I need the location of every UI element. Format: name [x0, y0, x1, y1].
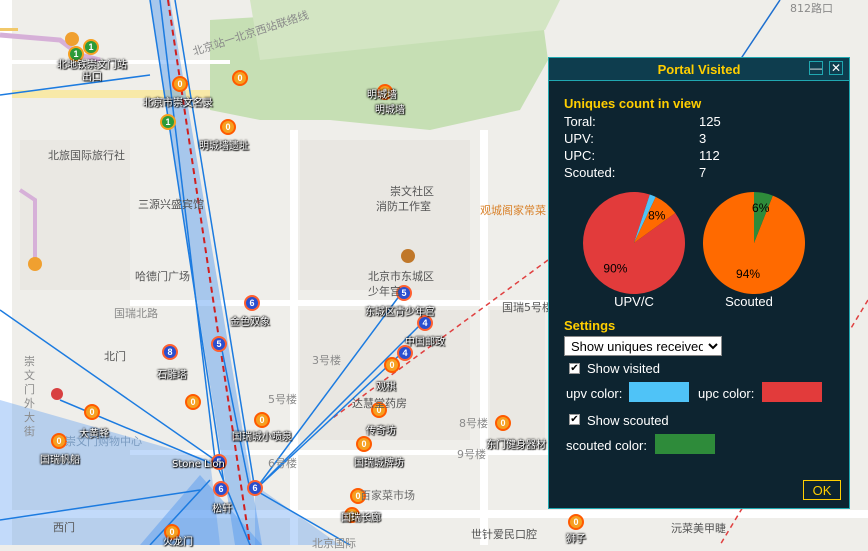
upc-color-picker[interactable] [762, 382, 822, 402]
portal-label-guanqi: 观棋 [376, 382, 396, 393]
minimize-button[interactable]: — [809, 61, 823, 75]
portal-marker[interactable]: 0 [220, 119, 236, 135]
map-label-guorui-north: 国瑞北路 [114, 307, 158, 320]
portal-label-shidiao: 石雕塔 [157, 370, 187, 381]
portal-label-ming-wall-2: 明城墙 [375, 105, 405, 116]
map-label-b5: 5号楼 [268, 393, 297, 406]
portal-marker[interactable]: 0 [356, 436, 372, 452]
portal-marker[interactable]: 6 [213, 481, 229, 497]
map-label-b9: 9号楼 [457, 448, 486, 461]
ok-button[interactable]: OK [803, 480, 841, 500]
pie-label-UPC: 90% [603, 262, 627, 276]
upv-color-picker[interactable] [629, 382, 689, 402]
map-label-812: 812路口 [790, 2, 833, 15]
portal-label-exit: 出口 [82, 72, 102, 83]
portal-label-sailboat: 国瑞帆船 [40, 455, 80, 466]
portal-marker[interactable]: 0 [254, 412, 270, 428]
portal-label-pailou: 国瑞城牌坊 [354, 458, 404, 469]
portal-label-jinse: 金色双象 [230, 317, 270, 328]
map-label-dental: 世针爱民口腔 [471, 528, 537, 541]
map-label-beijing-house: 北京国际 [312, 537, 356, 550]
map-label-guorui5: 国瑞5号楼 [502, 301, 553, 314]
portal-marker[interactable]: 0 [232, 70, 248, 86]
map-label-market: 百家菜市场 [360, 489, 415, 502]
map-label-community: 崇文社区 [390, 185, 434, 198]
portal-label-fountain: 国瑞城小喷泉 [232, 432, 292, 443]
portal-label-huolongmen: 火龙门 [163, 537, 193, 548]
show-scouted-label: Show scouted [587, 413, 669, 428]
upv-pie-title: UPV/C [614, 294, 654, 309]
stat-value-total: 125 [699, 114, 721, 129]
portal-label-corridor: 国瑞长廊 [341, 513, 381, 524]
stat-value-upc: 112 [699, 148, 720, 163]
portal-visited-dialog: Portal Visited — ✕ Uniques count in view… [548, 57, 850, 509]
map-label-chongwen-west: 崇文门外大街 [24, 355, 35, 438]
portal-marker[interactable]: 8 [162, 344, 178, 360]
portal-label-post: 中国邮政 [405, 337, 445, 348]
map-label-ximen: 西门 [53, 521, 75, 534]
stat-value-upv: 3 [699, 131, 707, 146]
pie-label-not-scouted: 94% [736, 267, 760, 281]
pie-label-scouted: 6% [752, 201, 770, 215]
stat-label-scouted: Scouted: [564, 165, 616, 180]
show-visited-label: Show visited [587, 361, 660, 376]
portal-marker[interactable]: 0 [495, 415, 511, 431]
portal-marker[interactable]: 5 [211, 336, 227, 352]
portal-label-songxuan: 松轩 [212, 504, 232, 515]
dialog-titlebar[interactable]: Portal Visited — ✕ [549, 58, 849, 81]
portal-label-ming-wall-site: 明城墙遗址 [199, 141, 249, 152]
map-label-nails: 沅菜美甲睫 [671, 522, 726, 535]
portal-marker[interactable]: 0 [568, 514, 584, 530]
stat-label-total: Toral: [564, 114, 596, 129]
uniques-heading: Uniques count in view [564, 96, 702, 111]
map-label-b3: 3号楼 [312, 354, 341, 367]
upv-pie-chart: 90% 8% [583, 192, 685, 294]
portal-label-gym: 东门健身器材 [486, 440, 546, 451]
portal-label-city-wall: 北京市崇文名录 [143, 98, 213, 109]
map-label-b8: 8号楼 [459, 417, 488, 430]
upv-color-label: upv color: [566, 386, 623, 401]
scouted-pie-title: Scouted [725, 294, 773, 309]
pie-label-other: 8% [648, 208, 666, 222]
scouted-color-label: scouted color: [566, 438, 647, 453]
map-label-b6: 6号楼 [268, 457, 297, 470]
show-scouted-checkbox[interactable]: ✔ [569, 414, 580, 425]
stat-value-scouted: 7 [699, 165, 707, 180]
portal-label-lion: 狮子 [566, 534, 586, 545]
mode-select[interactable]: Show uniques received [564, 336, 722, 356]
portal-label-ming-wall: 明城墙 [367, 90, 397, 101]
map-label-guanchengge: 观城阁家常菜 [480, 204, 546, 217]
upc-color-label: upc color: [698, 386, 755, 401]
portal-label-stone-lion: Stone Lion [172, 459, 225, 470]
portal-marker[interactable]: 6 [244, 295, 260, 311]
map-label-pharmacy: 达慧堂药房 [352, 397, 407, 410]
portal-marker[interactable]: 6 [247, 480, 263, 496]
settings-heading: Settings [564, 318, 616, 333]
show-visited-checkbox[interactable]: ✔ [569, 363, 580, 374]
portal-marker[interactable]: 0 [172, 76, 188, 92]
stat-label-upv: UPV: [564, 131, 594, 146]
dialog-title: Portal Visited [657, 62, 741, 77]
portal-label-chuanqi: 传奇坊 [366, 426, 396, 437]
portal-marker[interactable]: 1 [160, 114, 176, 130]
scouted-pie-chart: 94% 6% [703, 192, 805, 294]
map-label-beimen: 北门 [104, 350, 126, 363]
portal-marker[interactable]: 0 [185, 394, 201, 410]
map-label-mall: 崇文门购物中心 [65, 435, 142, 448]
portal-marker[interactable]: 0 [84, 404, 100, 420]
portal-marker[interactable]: 1 [83, 39, 99, 55]
map-label-fire-office: 消防工作室 [376, 200, 431, 213]
map-label-dongcheng-youth: 北京市东城区少年宫 [368, 270, 434, 298]
close-button[interactable]: ✕ [829, 61, 843, 75]
map-label-sanyuan: 三源兴盛宾馆 [138, 198, 204, 211]
stat-label-upc: UPC: [564, 148, 596, 163]
portal-label-youth: 东城区青少年宫 [365, 307, 435, 318]
scouted-color-picker[interactable] [655, 434, 715, 454]
map-label-hademen: 哈德门广场 [135, 270, 190, 283]
portal-marker[interactable]: 0 [384, 357, 400, 373]
map-label-beilv: 北旅国际旅行社 [48, 149, 125, 162]
